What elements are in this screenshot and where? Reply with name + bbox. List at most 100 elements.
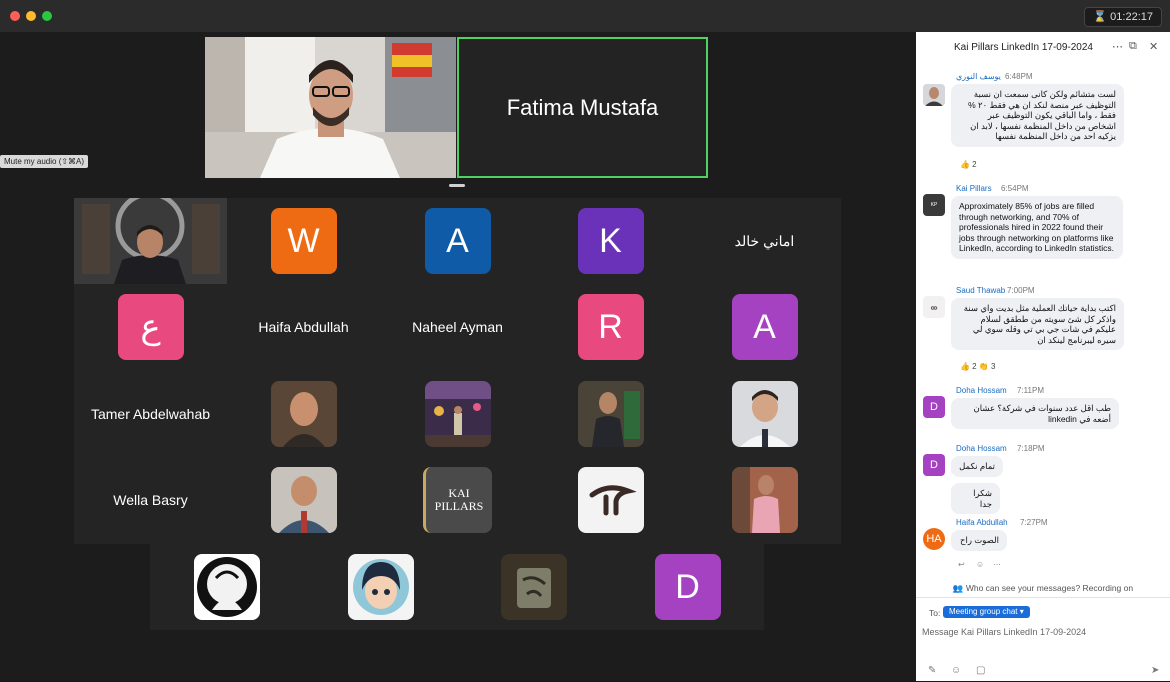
participant-photo — [347, 554, 414, 620]
participant-name: اماني خالد — [734, 232, 795, 249]
participant-tile[interactable]: ع — [74, 284, 227, 370]
participant-tile[interactable] — [227, 457, 380, 543]
participant-avatar: W — [270, 208, 337, 274]
participant-photo — [270, 381, 337, 447]
to-label: To: — [929, 608, 941, 618]
message-time: 6:48PM — [1005, 72, 1033, 81]
sender-name: Haifa Abdullah — [956, 518, 1008, 527]
message-bubble[interactable]: الصوت راح — [951, 530, 1007, 551]
message-time: 7:00PM — [1007, 286, 1035, 295]
message-bubble[interactable]: Approximately 85% of jobs are filled thr… — [951, 196, 1123, 259]
participant-tile[interactable] — [304, 544, 457, 630]
chat-panel: Kai Pillars LinkedIn 17-09-2024 ⋯ ⧉ ✕ يو… — [916, 32, 1170, 681]
participant-photo — [270, 467, 337, 533]
minimize-window-button[interactable] — [26, 11, 36, 21]
participant-name: Tamer Abdelwahab — [90, 406, 211, 422]
avatar — [923, 84, 945, 106]
logo-text: KAI PILLARS — [434, 486, 484, 513]
sender-name: Kai Pillars — [956, 184, 992, 193]
reply-icon[interactable]: ↩ — [958, 560, 965, 569]
message-bubble[interactable]: شكرا جدا — [951, 483, 1000, 514]
participant-tile[interactable] — [688, 457, 841, 543]
participant-tile[interactable] — [74, 198, 227, 284]
participant-name: Wella Basry — [113, 492, 188, 508]
participant-photo — [577, 467, 644, 533]
message-bubble[interactable]: طب اقل عدد سنوات في شركة؟ عشان أضعه في l… — [951, 398, 1119, 429]
meeting-timer[interactable]: ⌛ 01:22:17 — [1084, 7, 1162, 27]
chat-title: Kai Pillars LinkedIn 17-09-2024 — [954, 42, 1093, 53]
participant-tile[interactable] — [150, 544, 303, 630]
maximize-window-button[interactable] — [42, 11, 52, 21]
file-icon[interactable]: ▢ — [976, 665, 985, 676]
people-icon: 👥 — [952, 583, 964, 593]
participant-tile[interactable]: R — [534, 284, 687, 370]
participant-tile[interactable]: D — [611, 544, 764, 630]
speaker-video — [205, 37, 456, 178]
avatar: HA — [923, 528, 945, 550]
message-bubble[interactable]: اكتب بداية حياتك العملية مثل بديت واي سن… — [951, 298, 1124, 350]
participant-tile[interactable]: A — [381, 198, 534, 284]
participant-tile[interactable]: W — [227, 198, 380, 284]
sender-name: Doha Hossam — [956, 444, 1007, 453]
recipient-dropdown[interactable]: Meeting group chat ▾ — [943, 606, 1030, 618]
participant-photo — [577, 381, 644, 447]
emoji-icon[interactable]: ☺ — [951, 665, 961, 676]
mute-audio-tooltip: Mute my audio (⇧⌘A) — [0, 155, 89, 168]
kai-pillars-avatar: KP — [923, 194, 945, 216]
participant-tile[interactable]: K — [534, 198, 687, 284]
format-icon[interactable]: ✎ — [928, 665, 936, 676]
participant-tile[interactable] — [534, 371, 687, 457]
sender-name: Doha Hossam — [956, 386, 1007, 395]
video-stage: Fatima Mustafa Mute my audio (⇧⌘A) W A K… — [0, 32, 916, 681]
message-time: 6:54PM — [1001, 184, 1029, 193]
participant-photo — [193, 554, 260, 620]
participant-name: Naheel Ayman — [412, 319, 503, 335]
reaction-thumbs-up[interactable]: 👍 2 — [960, 160, 977, 169]
participant-avatar: ع — [117, 294, 184, 360]
participant-tile[interactable]: Wella Basry — [74, 457, 227, 543]
kai-pillars-logo: KAI PILLARS — [423, 467, 492, 533]
participant-tile[interactable]: اماني خالد — [688, 198, 841, 284]
participant-avatar: K — [577, 208, 644, 274]
participant-tile[interactable]: A — [688, 284, 841, 370]
hourglass-icon: ⌛ — [1093, 11, 1108, 23]
participant-tile[interactable] — [227, 371, 380, 457]
participant-tile[interactable] — [457, 544, 610, 630]
more-options-icon[interactable]: ⋯ — [1112, 40, 1123, 53]
send-icon[interactable]: ➤ — [1151, 665, 1159, 676]
compose-area: To: Meeting group chat ▾ ✎ ☺ ▢ ➤ — [916, 597, 1170, 682]
sender-name: Saud Thawab — [956, 286, 1006, 295]
resize-handle[interactable] — [449, 184, 465, 187]
avatar: ᢁ — [923, 296, 945, 318]
reactions[interactable]: 👍 2 👏 3 — [960, 362, 996, 371]
close-icon[interactable]: ✕ — [1149, 40, 1158, 53]
participant-tile[interactable] — [534, 457, 687, 543]
participant-photo — [424, 381, 491, 447]
title-bar: ⌛ 01:22:17 — [0, 0, 1170, 32]
privacy-text: Who can see your messages? Recording on — [965, 583, 1134, 593]
message-time: 7:27PM — [1020, 518, 1048, 527]
participant-name: Fatima Mustafa — [506, 94, 659, 120]
participant-photo — [731, 467, 798, 533]
more-icon[interactable]: ⋯ — [993, 560, 1001, 569]
message-bubble[interactable]: تمام نكمل — [951, 456, 1003, 477]
participant-tile[interactable]: Naheel Ayman — [381, 284, 534, 370]
participant-tile[interactable]: Tamer Abdelwahab — [74, 371, 227, 457]
close-window-button[interactable] — [10, 11, 20, 21]
chat-header: Kai Pillars LinkedIn 17-09-2024 ⋯ ⧉ ✕ — [916, 32, 1170, 62]
pop-out-icon[interactable]: ⧉ — [1129, 40, 1137, 53]
message-time: 7:11PM — [1017, 386, 1044, 395]
sender-name: يوسف النوري — [956, 72, 1001, 81]
participant-tile[interactable] — [688, 371, 841, 457]
pinned-name-tile[interactable]: Fatima Mustafa — [457, 37, 708, 178]
participant-tile[interactable]: Haifa Abdullah — [227, 284, 380, 370]
privacy-notice[interactable]: 👥 Who can see your messages? Recording o… — [916, 583, 1170, 594]
participant-photo — [500, 554, 567, 620]
add-reaction-icon[interactable]: ☺ — [976, 560, 984, 569]
participant-tile[interactable]: KAI PILLARS — [381, 457, 534, 543]
pinned-video-tile[interactable] — [205, 37, 456, 178]
message-bubble[interactable]: لست متشائم ولكن كانى سمعت ان نسبة التوظي… — [951, 84, 1124, 147]
message-input[interactable] — [922, 625, 1162, 639]
participant-tile[interactable] — [381, 371, 534, 457]
message-time: 7:18PM — [1017, 444, 1045, 453]
